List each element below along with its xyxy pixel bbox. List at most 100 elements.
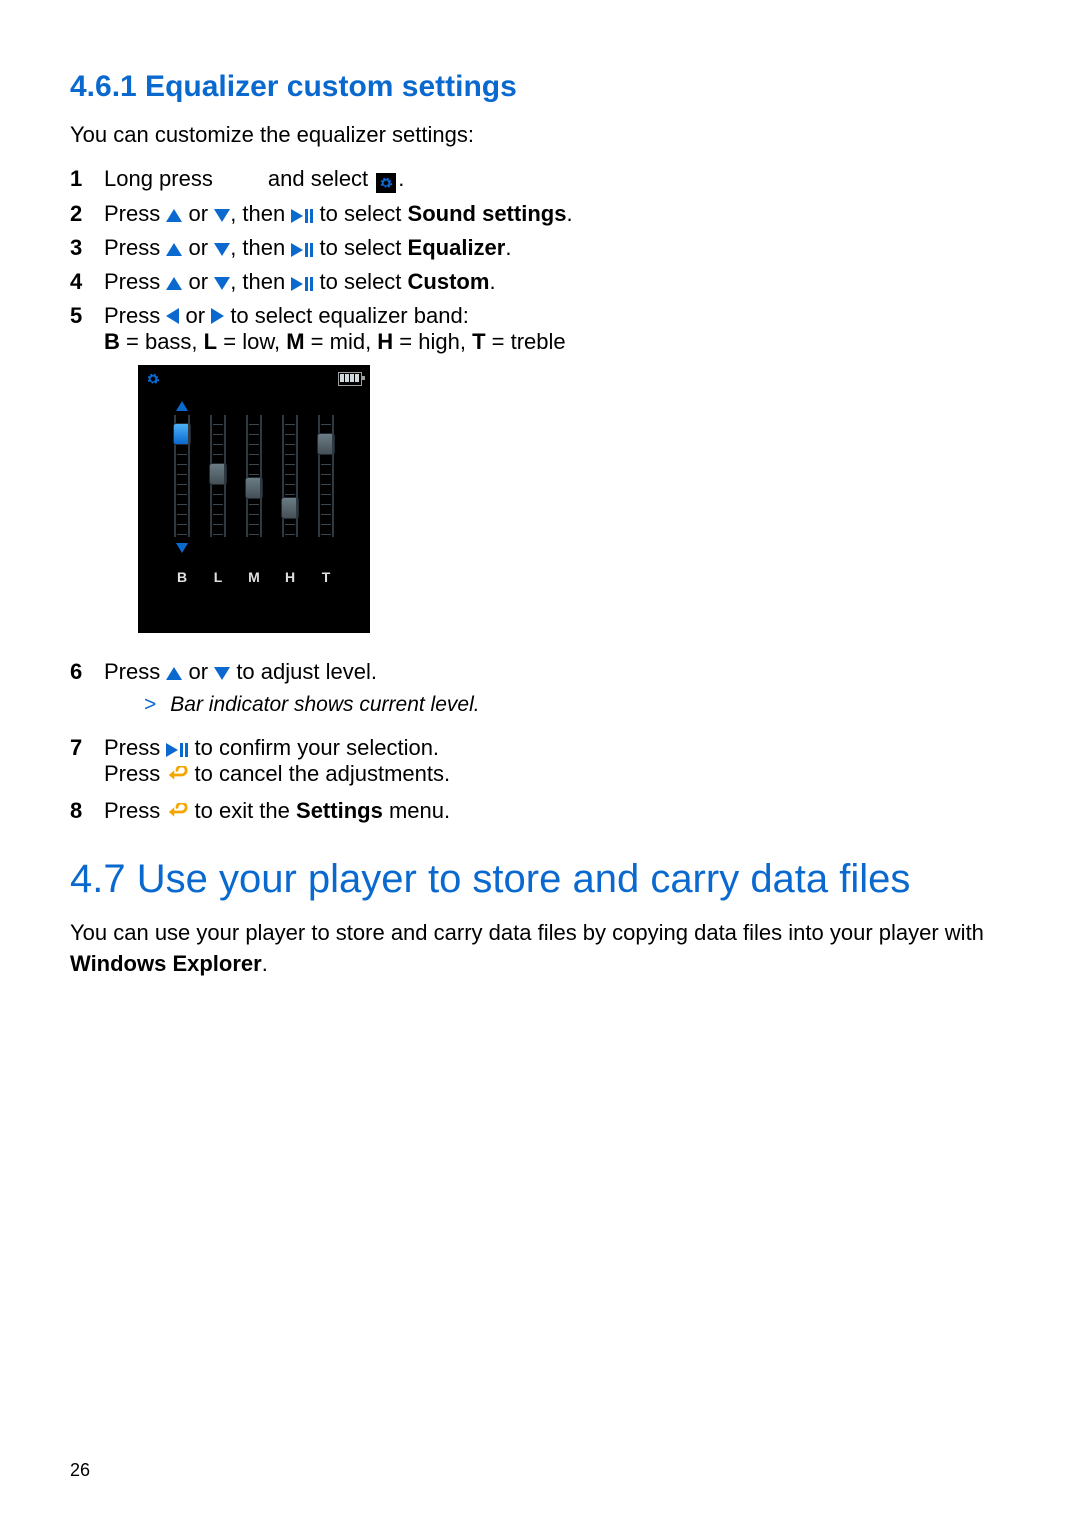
legend-t: T <box>472 329 485 354</box>
step-number: 4 <box>70 269 104 295</box>
eq-knob <box>317 433 335 455</box>
battery-icon <box>338 372 362 386</box>
result-text: Bar indicator shows current level. <box>170 693 479 717</box>
text: = low, <box>217 329 286 354</box>
text: or <box>186 303 206 328</box>
text: to select <box>319 201 401 226</box>
text: , then <box>230 235 285 260</box>
legend-b: B <box>104 329 120 354</box>
text: or <box>189 201 209 226</box>
text: to cancel the adjustments. <box>195 761 451 786</box>
eq-band-h <box>279 415 301 537</box>
settings-gear-icon <box>376 173 396 193</box>
play-pause-icon <box>291 277 313 291</box>
down-arrow-icon <box>214 243 230 256</box>
step-number: 6 <box>70 659 104 685</box>
section-47-body: You can use your player to store and car… <box>70 918 1010 980</box>
step-5: 5 Press or to select equalizer band: B =… <box>70 303 1010 651</box>
step-1: 1 Long press and select . <box>70 166 1010 193</box>
step-number: 2 <box>70 201 104 227</box>
step-number: 1 <box>70 166 104 192</box>
eq-band-label: L <box>207 569 229 585</box>
eq-band-label: M <box>243 569 265 585</box>
step-8: 8 Press to exit the Settings menu. <box>70 798 1010 827</box>
step-2: 2 Press or , then to select Sound settin… <box>70 201 1010 227</box>
text: and select <box>268 166 368 191</box>
text: to exit the <box>195 798 290 823</box>
text: . <box>398 166 404 191</box>
intro-text: You can customize the equalizer settings… <box>70 122 1010 148</box>
text: or <box>189 659 209 684</box>
back-arrow-icon <box>166 764 188 790</box>
eq-band-m <box>243 415 265 537</box>
step-3: 3 Press or , then to select Equalizer. <box>70 235 1010 261</box>
step-4: 4 Press or , then to select Custom. <box>70 269 1010 295</box>
target: Equalizer <box>408 235 506 260</box>
text: = bass, <box>120 329 204 354</box>
left-arrow-icon <box>166 308 179 324</box>
up-arrow-icon <box>166 209 182 222</box>
up-arrow-icon <box>166 277 182 290</box>
eq-band-l <box>207 415 229 537</box>
text: , then <box>230 201 285 226</box>
legend-h: H <box>377 329 393 354</box>
text: You can use your player to store and car… <box>70 920 984 945</box>
text: , then <box>230 269 285 294</box>
text: to select equalizer band: <box>230 303 469 328</box>
step-6: 6 Press or to adjust level. > Bar indica… <box>70 659 1010 727</box>
text: Press <box>104 303 160 328</box>
text: . <box>566 201 572 226</box>
gear-icon <box>146 366 160 392</box>
legend-l: L <box>204 329 217 354</box>
text: Press <box>104 201 160 226</box>
down-arrow-icon <box>214 209 230 222</box>
text: . <box>262 951 268 976</box>
selection-up-arrow-icon <box>176 401 188 411</box>
step-number: 8 <box>70 798 104 824</box>
text: to select <box>319 235 401 260</box>
text: or <box>189 269 209 294</box>
equalizer-screenshot: BLMHT <box>138 365 370 633</box>
legend-m: M <box>286 329 304 354</box>
page-number: 26 <box>70 1460 90 1481</box>
eq-band-label: B <box>171 569 193 585</box>
subheading-461: 4.6.1 Equalizer custom settings <box>70 70 1010 104</box>
selection-down-arrow-icon <box>176 543 188 553</box>
text: to select <box>319 269 401 294</box>
step-7: 7 Press to confirm your selection. Press… <box>70 735 1010 790</box>
right-arrow-icon <box>211 308 224 324</box>
target: Custom <box>408 269 490 294</box>
text: = mid, <box>305 329 378 354</box>
result-marker: > <box>144 693 156 717</box>
text: = high, <box>393 329 472 354</box>
text: menu. <box>389 798 450 823</box>
heading-47: 4.7 Use your player to store and carry d… <box>70 857 1010 902</box>
eq-knob <box>209 463 227 485</box>
target: Sound settings <box>408 201 567 226</box>
text: Press <box>104 735 160 760</box>
text: Long press <box>104 166 213 191</box>
up-arrow-icon <box>166 243 182 256</box>
eq-band-t <box>315 415 337 537</box>
text: . <box>505 235 511 260</box>
text: . <box>489 269 495 294</box>
eq-knob <box>245 477 263 499</box>
eq-band-b <box>171 415 193 537</box>
step-number: 7 <box>70 735 104 761</box>
step-number: 5 <box>70 303 104 329</box>
back-arrow-icon <box>166 801 188 827</box>
down-arrow-icon <box>214 667 230 680</box>
text: Press <box>104 798 160 823</box>
eq-band-label: T <box>315 569 337 585</box>
steps-list: 1 Long press and select . 2 Press or , t… <box>70 166 1010 827</box>
eq-knob <box>281 497 299 519</box>
windows-explorer: Windows Explorer <box>70 951 262 976</box>
text: Press <box>104 235 160 260</box>
text: Press <box>104 761 160 786</box>
play-pause-icon <box>166 743 188 757</box>
eq-knob <box>173 423 191 445</box>
text: or <box>189 235 209 260</box>
text: to confirm your selection. <box>195 735 440 760</box>
up-arrow-icon <box>166 667 182 680</box>
target: Settings <box>296 798 383 823</box>
